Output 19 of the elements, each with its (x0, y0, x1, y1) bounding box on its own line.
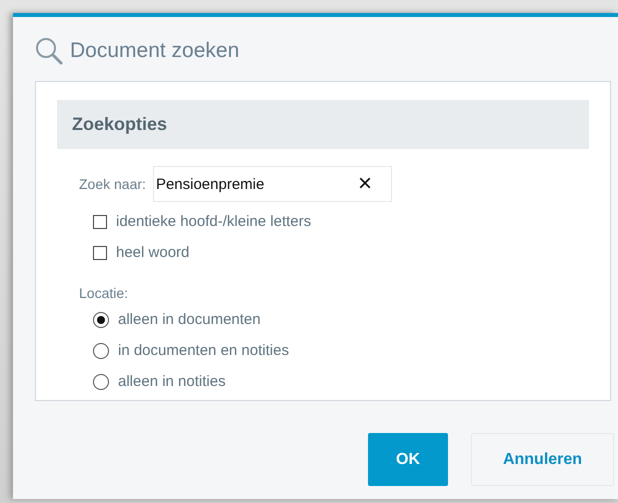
radio-button[interactable] (93, 312, 109, 328)
location-label: Locatie: (79, 285, 130, 301)
clear-button[interactable]: × (358, 172, 372, 196)
search-label: Zoek naar: (79, 176, 146, 192)
section-header: Zoekopties (57, 100, 589, 149)
checkbox-label[interactable]: identieke hoofd-/kleine letters (116, 213, 312, 230)
checkbox[interactable] (93, 246, 107, 260)
search-icon (35, 36, 64, 66)
radio-button[interactable] (93, 374, 109, 390)
radio-label[interactable]: alleen in documenten (118, 311, 261, 328)
checkbox[interactable] (93, 214, 107, 228)
dialog-title: Document zoeken (70, 39, 240, 63)
search-field[interactable]: Pensioenpremie × (152, 166, 392, 202)
cancel-button[interactable]: Annuleren (471, 433, 614, 486)
radio-label[interactable]: in documenten en notities (118, 342, 289, 359)
radio-button[interactable] (93, 342, 109, 358)
ok-button[interactable]: OK (368, 433, 448, 486)
radio-label[interactable]: alleen in notities (118, 373, 226, 390)
checkbox-label[interactable]: heel woord (116, 244, 190, 261)
